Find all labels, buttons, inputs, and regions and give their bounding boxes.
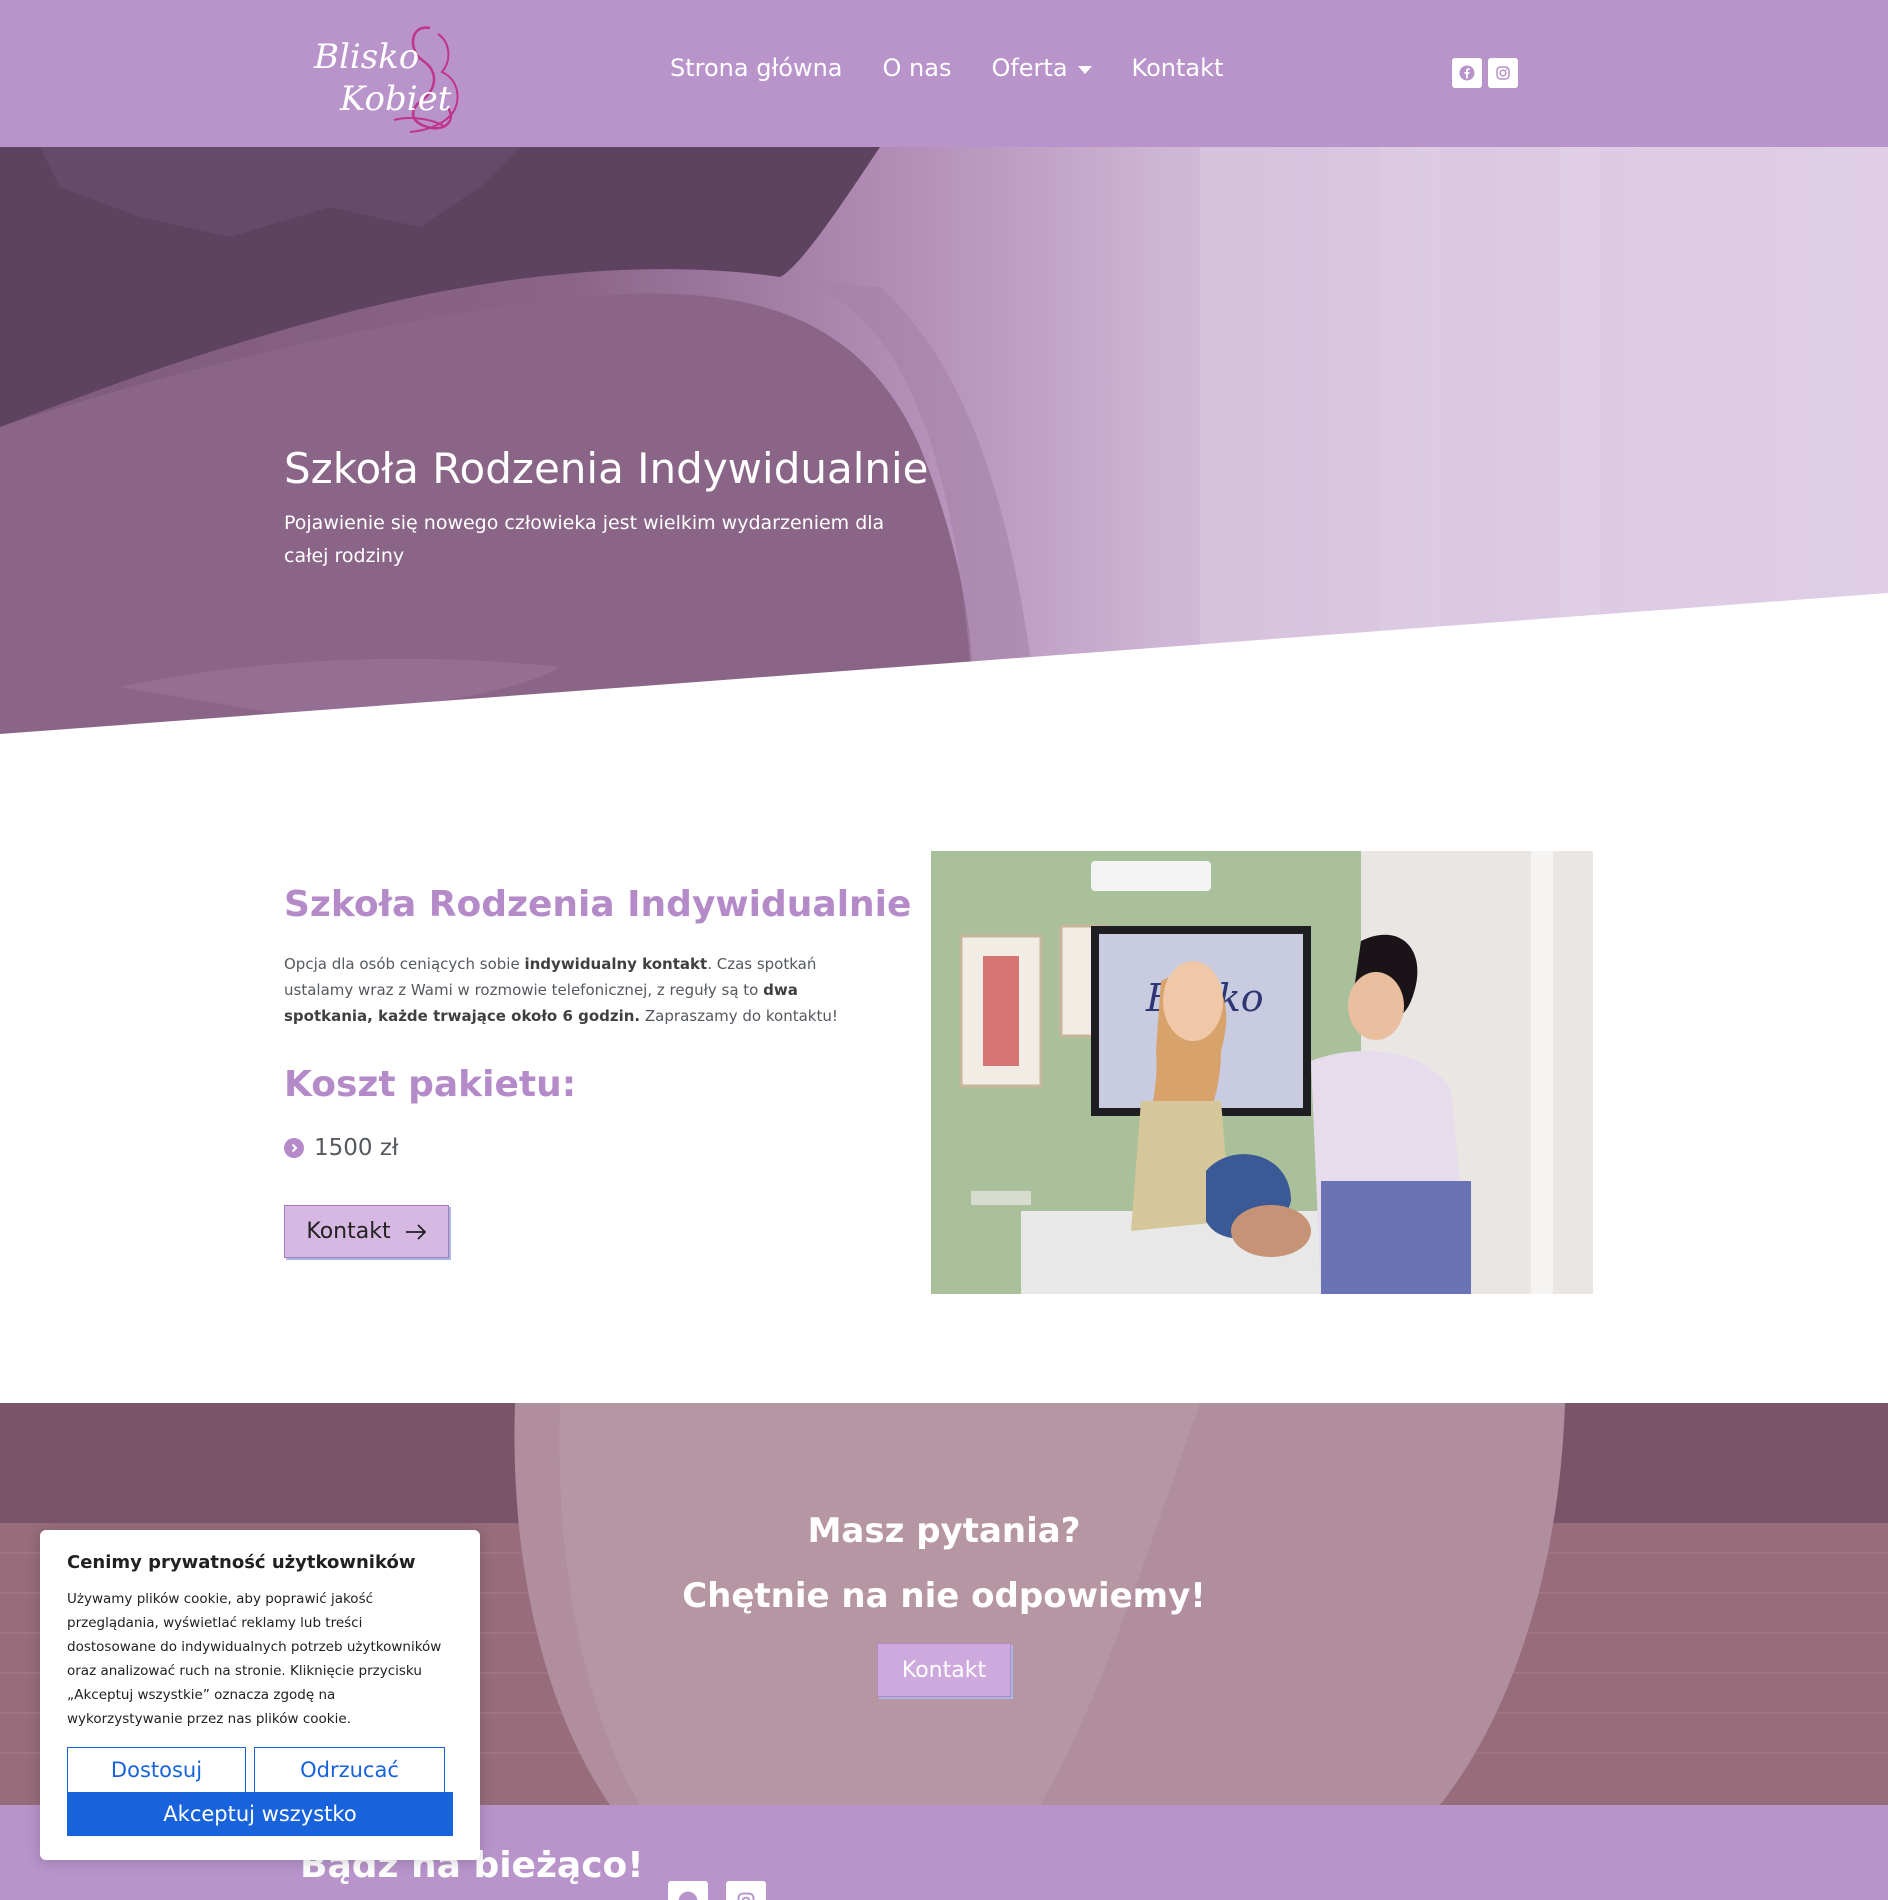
header-social-links [1452,58,1518,88]
description-text: Zapraszamy do kontaktu! [640,1007,838,1025]
footer-instagram-link[interactable] [726,1881,766,1900]
questions-contact-button[interactable]: Kontakt [877,1643,1011,1697]
content-title: Szkoła Rodzenia Indywidualnie [284,884,912,925]
nav-item-label: Kontakt [1131,54,1224,82]
svg-text:Blisko: Blisko [313,37,419,77]
cookie-text: Używamy plików cookie, aby poprawić jako… [67,1591,442,1727]
hero-subtitle: Pojawienie się nowego człowieka jest wie… [284,512,885,567]
content-photo: Blisko Ko [931,851,1593,1294]
nav-item-label: Strona główna [670,54,843,82]
cookie-customize-button[interactable]: Dostosuj [67,1747,246,1793]
nav-item-label: O nas [882,54,952,82]
hero-section: Szkoła Rodzenia Indywidualnie Pojawienie… [0,147,1888,734]
cookie-reject-label: Odrzucać [300,1758,399,1782]
price-item: 1500 zł [284,1135,398,1161]
arrow-right-icon [405,1223,426,1240]
nav-item-label: Oferta [991,54,1068,82]
nav-item-about[interactable]: O nas [883,54,952,82]
cookie-title: Cenimy prywatność użytkowników [67,1552,416,1573]
footer-social-links [668,1881,766,1900]
instagram-link[interactable] [1488,58,1518,88]
cookie-consent-banner: Cenimy prywatność użytkowników Używamy p… [40,1530,480,1860]
contact-button-label: Kontakt [306,1219,391,1244]
description-bold: indywidualny kontakt [524,955,708,973]
site-header: Blisko Kobiet Strona główna O nas Oferta… [0,0,1888,147]
instagram-icon [1496,66,1510,80]
nav-item-offer[interactable]: Oferta [991,54,1092,82]
hero-bottom-wedge [0,593,1888,734]
main-nav: Strona główna O nas Oferta Kontakt [670,54,1223,82]
cookie-accept-all-button[interactable]: Akceptuj wszystko [67,1792,453,1836]
hero-title: Szkoła Rodzenia Indywidualnie [284,444,929,493]
logo-graphic: Blisko Kobiet [313,26,459,133]
svg-text:Kobiet: Kobiet [339,79,452,119]
contact-button[interactable]: Kontakt [284,1205,449,1258]
caret-down-icon [1077,65,1092,74]
description-text: Opcja dla osób ceniących sobie [284,955,525,973]
price-title: Koszt pakietu: [284,1064,577,1105]
facebook-icon [1459,65,1475,81]
content-description: Opcja dla osób ceniących sobie indywidua… [284,951,864,1029]
cookie-secondary-actions: Dostosuj Odrzucać [67,1747,445,1793]
instagram-icon [737,1892,755,1900]
questions-contact-button-label: Kontakt [901,1657,987,1683]
nav-item-home[interactable]: Strona główna [670,54,843,82]
site-logo[interactable]: Blisko Kobiet [310,20,480,138]
cookie-accept-label: Akceptuj wszystko [163,1802,357,1826]
chevron-circle-right-icon [284,1138,304,1158]
cookie-reject-button[interactable]: Odrzucać [254,1747,445,1793]
facebook-icon [678,1891,698,1900]
footer-facebook-link[interactable] [668,1881,708,1900]
midwife-lesson-image: Blisko Ko [931,851,1593,1294]
price-value: 1500 zł [314,1135,399,1161]
facebook-link[interactable] [1452,58,1482,88]
cookie-customize-label: Dostosuj [110,1758,203,1782]
nav-item-contact[interactable]: Kontakt [1132,54,1224,82]
